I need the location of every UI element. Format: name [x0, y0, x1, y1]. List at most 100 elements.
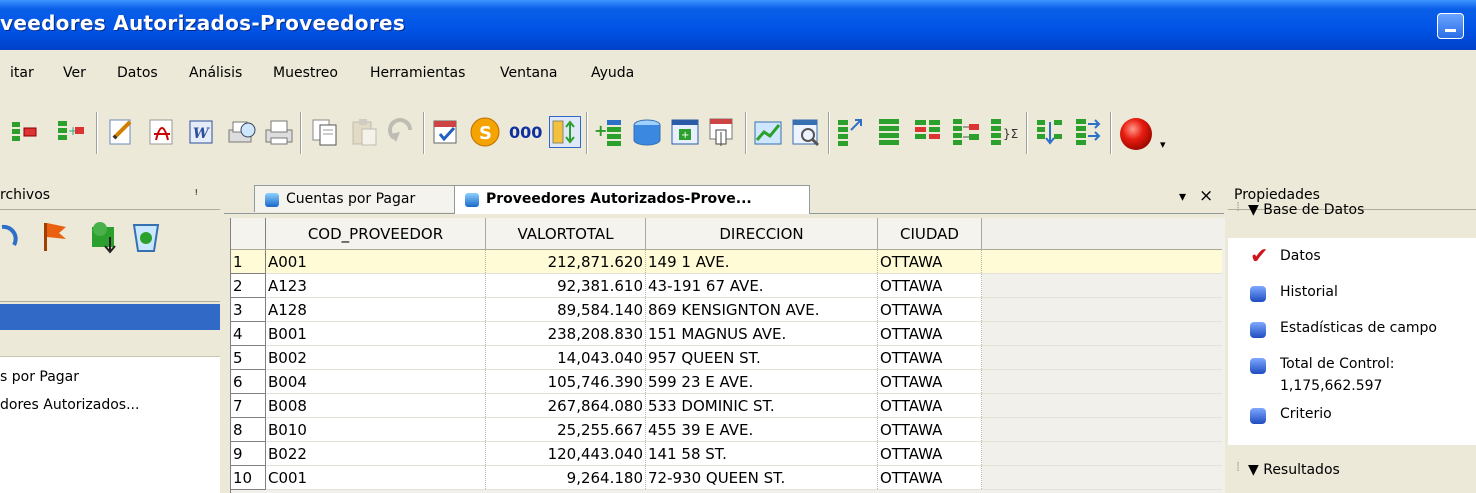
direccion-cell[interactable]: 957 QUEEN ST. [645, 345, 878, 370]
menu-ventana[interactable]: Ventana [500, 65, 558, 81]
valortotal-cell[interactable]: 120,443.040 [485, 441, 646, 466]
direccion-cell[interactable]: 141 58 ST. [645, 441, 878, 466]
column-header-ciudad[interactable]: CIUDAD [877, 218, 982, 250]
table-row[interactable]: 2 A123 92,381.610 43-191 67 AVE. OTTAWA [231, 273, 1222, 298]
undo-icon[interactable] [386, 116, 418, 148]
cod-proveedor-cell[interactable]: B001 [265, 321, 486, 346]
menu-ver[interactable]: Ver [63, 65, 86, 81]
direccion-cell[interactable]: 72-930 QUEEN ST. [645, 465, 878, 490]
table-row[interactable]: 4 B001 238,208.830 151 MAGNUS AVE. OTTAWA [231, 321, 1222, 346]
table-row[interactable]: 3 A128 89,584.140 869 KENSIGNTON AVE. OTTAWA [231, 297, 1222, 322]
print-preview-icon[interactable] [226, 116, 258, 148]
merge-icon[interactable] [1034, 116, 1066, 148]
menu-editar[interactable]: itar [10, 65, 34, 81]
ciudad-cell[interactable]: OTTAWA [877, 345, 982, 370]
join-icon[interactable] [950, 116, 982, 148]
pin-icon[interactable]: ᵎ [195, 186, 198, 202]
row-number[interactable]: 9 [231, 441, 266, 466]
refresh-icon[interactable] [1, 224, 18, 247]
append-field-icon[interactable] [10, 116, 42, 148]
row-number[interactable]: 10 [231, 465, 266, 490]
menu-muestreo[interactable]: Muestreo [273, 65, 338, 81]
insert-field-icon[interactable]: + [54, 116, 86, 148]
stop-icon[interactable] [1118, 116, 1154, 152]
file-item-cuentas[interactable]: s por Pagar [0, 369, 79, 385]
valortotal-cell[interactable]: 89,584.140 [485, 297, 646, 322]
row-number[interactable]: 8 [231, 417, 266, 442]
row-number[interactable]: 3 [231, 297, 266, 322]
valortotal-cell[interactable]: 212,871.620 [485, 249, 646, 274]
direccion-cell[interactable]: 869 KENSIGNTON AVE. [645, 297, 878, 322]
cod-proveedor-cell[interactable]: B004 [265, 369, 486, 394]
menu-datos[interactable]: Datos [117, 65, 158, 81]
row-number[interactable]: 2 [231, 273, 266, 298]
valortotal-cell[interactable]: 267,864.080 [485, 393, 646, 418]
cod-proveedor-cell[interactable]: C001 [265, 465, 486, 490]
ciudad-cell[interactable]: OTTAWA [877, 369, 982, 394]
ciudad-cell[interactable]: OTTAWA [877, 393, 982, 418]
table-row[interactable]: 5 B002 14,043.040 957 QUEEN ST. OTTAWA [231, 345, 1222, 370]
row-number[interactable]: 5 [231, 345, 266, 370]
tab-proveedores-autorizados[interactable]: Proveedores Autorizados-Prove... [454, 185, 810, 214]
menu-analisis[interactable]: Análisis [189, 65, 242, 81]
table-row[interactable]: 6 B004 105,746.390 599 23 E AVE. OTTAWA [231, 369, 1222, 394]
stratify-icon[interactable] [430, 116, 462, 148]
menu-herramientas[interactable]: Herramientas [370, 65, 465, 81]
tab-cuentas-por-pagar[interactable]: Cuentas por Pagar [254, 185, 459, 212]
index-icon[interactable] [912, 116, 944, 148]
row-number[interactable]: 6 [231, 369, 266, 394]
acrobat-pdf-icon[interactable] [146, 116, 178, 148]
currency-icon[interactable]: S [469, 116, 501, 148]
direccion-cell[interactable]: 599 23 E AVE. [645, 369, 878, 394]
cod-proveedor-cell[interactable]: B002 [265, 345, 486, 370]
report-icon[interactable] [790, 116, 822, 148]
direccion-cell[interactable]: 455 39 E AVE. [645, 417, 878, 442]
minimize-button[interactable] [1437, 13, 1464, 39]
valortotal-cell[interactable]: 238,208.830 [485, 321, 646, 346]
direccion-cell[interactable]: 149 1 AVE. [645, 249, 878, 274]
pivot-icon[interactable] [707, 116, 739, 148]
cod-proveedor-cell[interactable]: A128 [265, 297, 486, 322]
direccion-cell[interactable]: 533 DOMINIC ST. [645, 393, 878, 418]
section-resultados[interactable]: ⁞ ▼ Resultados [1228, 455, 1476, 485]
ciudad-cell[interactable]: OTTAWA [877, 441, 982, 466]
paste-icon[interactable] [348, 116, 380, 148]
section-base-de-datos[interactable]: ⁞ ▼ Base de Datos [1228, 195, 1476, 225]
table-row[interactable]: 9 B022 120,443.040 141 58 ST. OTTAWA [231, 441, 1222, 466]
add-field-icon[interactable]: + [593, 116, 625, 148]
valortotal-cell[interactable]: 14,043.040 [485, 345, 646, 370]
valortotal-cell[interactable]: 92,381.610 [485, 273, 646, 298]
copy-icon[interactable] [309, 116, 341, 148]
menu-ayuda[interactable]: Ayuda [591, 65, 634, 81]
direccion-cell[interactable]: 151 MAGNUS AVE. [645, 321, 878, 346]
word-export-icon[interactable]: W [186, 116, 218, 148]
close-tab-icon[interactable]: × [1199, 186, 1213, 206]
summarize-icon[interactable] [873, 116, 905, 148]
table-row[interactable]: 1 A001 212,871.620 149 1 AVE. OTTAWA [231, 249, 1222, 274]
extract-icon[interactable] [835, 116, 867, 148]
database-icon[interactable] [631, 116, 663, 148]
sum-icon[interactable]: }Σ [988, 116, 1020, 148]
sort-icon[interactable] [549, 116, 581, 148]
column-header-direccion[interactable]: DIRECCION [645, 218, 878, 250]
edit-icon[interactable] [106, 116, 138, 148]
row-number[interactable]: 1 [231, 249, 266, 274]
recycle-bin-icon[interactable] [132, 224, 160, 252]
number-format-icon[interactable]: 000 [507, 116, 547, 148]
cod-proveedor-cell[interactable]: A123 [265, 273, 486, 298]
cod-proveedor-cell[interactable]: B022 [265, 441, 486, 466]
import-icon[interactable] [92, 222, 116, 254]
valortotal-cell[interactable]: 105,746.390 [485, 369, 646, 394]
column-header-valortotal[interactable]: VALORTOTAL [485, 218, 646, 250]
tab-list-dropdown-icon[interactable]: ▾ [1179, 189, 1186, 205]
ciudad-cell[interactable]: OTTAWA [877, 465, 982, 490]
column-header-cod-proveedor[interactable]: COD_PROVEEDOR [265, 218, 486, 250]
calculator-icon[interactable]: + [669, 116, 701, 148]
valortotal-cell[interactable]: 25,255.667 [485, 417, 646, 442]
ciudad-cell[interactable]: OTTAWA [877, 417, 982, 442]
ciudad-cell[interactable]: OTTAWA [877, 297, 982, 322]
print-icon[interactable] [263, 116, 295, 148]
table-row[interactable]: 10 C001 9,264.180 72-930 QUEEN ST. OTTAWA [231, 465, 1222, 490]
direccion-cell[interactable]: 43-191 67 AVE. [645, 273, 878, 298]
selected-folder-row[interactable] [0, 304, 220, 330]
